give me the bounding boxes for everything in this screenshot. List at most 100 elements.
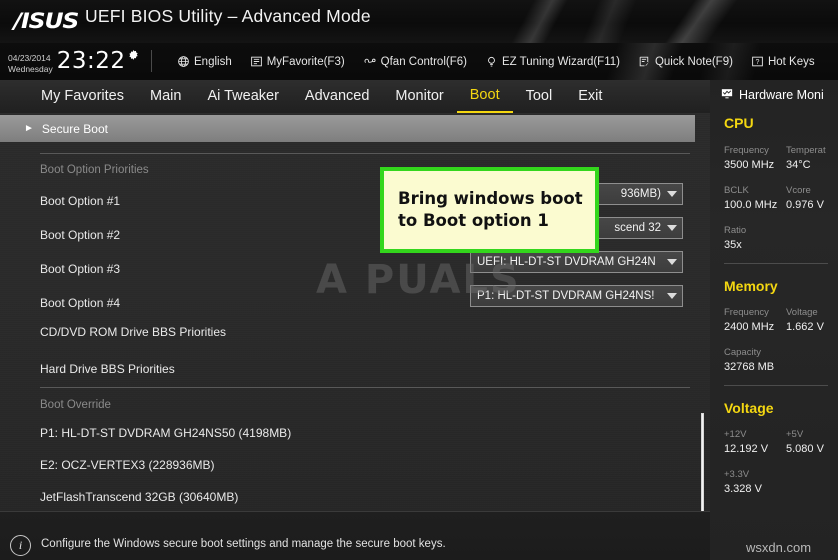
tab-exit[interactable]: Exit [565,80,615,113]
tool-label: EZ Tuning Wizard(F11) [501,55,620,68]
boot-option-3-dropdown[interactable]: UEFI: HL-DT-ST DVDRAM GH24N [470,251,683,273]
bios-screen: /ISUS UEFI BIOS Utility – Advanced Mode … [0,0,838,560]
boot-override-item-3[interactable]: JetFlashTranscend 32GB (30640MB) [40,490,238,504]
tool-english[interactable]: English [168,43,241,80]
cpu-ratio-value: 35x [724,239,742,251]
toolbar-divider [151,50,152,72]
tab-boot[interactable]: Boot [456,80,513,113]
boot-option-3-value: UEFI: HL-DT-ST DVDRAM GH24N [477,256,656,268]
boot-override-item-2[interactable]: E2: OCZ-VERTEX3 (228936MB) [40,458,215,472]
gear-icon[interactable] [127,46,140,67]
cpu-vcore-key: Vcore [786,185,811,196]
page-title: UEFI BIOS Utility – Advanced Mode [85,6,371,26]
tool-label: Hot Keys [767,55,815,68]
cpu-temperature-key: Temperat [786,145,826,156]
boot-option-3-label: Boot Option #3 [40,262,121,276]
chevron-down-icon [667,225,677,231]
tab-main[interactable]: Main [137,80,194,113]
hardware-monitor-header: Hardware Moni [710,83,838,107]
cpu-ratio-key: Ratio [724,225,747,236]
memory-voltage-value: 1.662 V [786,321,824,333]
list-icon [250,55,263,68]
cpu-frequency-key: Frequency [724,145,769,156]
note-icon [638,55,651,68]
memory-voltage-key: Voltage [786,307,818,318]
monitor-icon [720,87,734,103]
tool-qfan-control[interactable]: Qfan Control(F6) [354,43,476,80]
clock-label: 23:22 [56,48,126,74]
question-icon: ? [751,55,764,68]
tab-tool[interactable]: Tool [513,80,566,113]
fan-icon [363,55,377,68]
hw-group-memory-title: Memory [724,278,778,294]
info-toolbar: 04/23/2014 Wednesday 23:22 English MyFav… [0,43,838,80]
voltage-5v-value: 5.080 V [786,443,824,455]
sidebar-divider-1 [724,263,828,264]
secure-boot-label: Secure Boot [41,121,108,136]
cpu-temperature-value: 34°C [786,159,811,171]
memory-capacity-value: 32768 MB [724,361,775,373]
status-bar: i Configure the Windows secure boot sett… [0,511,710,560]
boot-option-4-dropdown[interactable]: P1: HL-DT-ST DVDRAM GH24NS! [470,285,683,307]
tool-myfavorite[interactable]: MyFavorite(F3) [241,43,354,80]
tab-advanced[interactable]: Advanced [292,80,383,113]
chevron-down-icon [667,259,677,265]
callout-line-2: to Boot option 1 [398,211,549,230]
status-bar-text: Configure the Windows secure boot settin… [41,538,446,550]
bulb-icon [485,55,498,69]
tool-hot-keys[interactable]: ? Hot Keys [742,43,824,80]
tab-my-favorites[interactable]: My Favorites [28,80,137,113]
title-banner: /ISUS UEFI BIOS Utility – Advanced Mode [0,0,838,43]
hard-drive-bbs-priorities-item[interactable]: Hard Drive BBS Priorities [40,362,175,376]
chevron-down-icon [667,191,677,197]
voltage-12v-key: +12V [724,429,747,440]
tool-label: Qfan Control(F6) [380,55,467,68]
secure-boot-row[interactable]: ► Secure Boot [0,115,695,142]
boot-option-1-label: Boot Option #1 [40,194,121,208]
boot-settings-panel: ► Secure Boot Boot Option Priorities Boo… [0,113,710,511]
tool-label: English [194,55,232,68]
voltage-12v-value: 12.192 V [724,443,769,455]
divider-override [40,387,690,388]
info-icon: i [10,535,31,556]
datetime-display: 04/23/2014 Wednesday 23:22 [8,46,140,76]
site-watermark: wsxdn.com [746,540,812,555]
voltage-33v-value: 3.328 V [724,483,762,495]
cpu-bclk-value: 100.0 MHz [724,199,778,211]
voltage-33v-key: +3.3V [724,469,750,480]
cpu-bclk-key: BCLK [724,185,749,196]
tab-monitor[interactable]: Monitor [382,80,456,113]
boot-override-item-1[interactable]: P1: HL-DT-ST DVDRAM GH24NS50 (4198MB) [40,426,291,440]
cpu-frequency-value: 3500 MHz [724,159,775,171]
boot-option-4-value: P1: HL-DT-ST DVDRAM GH24NS! [477,290,655,302]
boot-override-heading: Boot Override [40,399,111,411]
boot-option-4-label: Boot Option #4 [40,296,121,310]
asus-logo: /ISUS [13,9,80,33]
boot-priorities-heading: Boot Option Priorities [40,164,149,176]
memory-frequency-value: 2400 MHz [724,321,775,333]
hw-group-voltage-title: Voltage [724,400,774,416]
chevron-down-icon [667,293,677,299]
voltage-5v-key: +5V [786,429,804,440]
tool-label: Quick Note(F9) [654,55,733,68]
weekday-label: Wednesday [8,63,53,74]
annotation-callout: Bring windows boot to Boot option 1 [380,167,599,253]
date-label: 04/23/2014 [8,53,51,63]
tool-ez-tuning-wizard[interactable]: EZ Tuning Wizard(F11) [476,43,629,80]
memory-capacity-key: Capacity [724,347,761,358]
scrollbar-thumb[interactable] [701,413,704,511]
hardware-monitor-sidebar: Hardware Moni CPU Frequency Temperat 350… [710,80,838,560]
toolbar-items: English MyFavorite(F3) Qfan Control(F6) … [168,43,824,80]
svg-text:?: ? [755,59,759,66]
hw-group-cpu-title: CPU [724,115,754,131]
sidebar-divider-2 [724,385,828,386]
cpu-vcore-value: 0.976 V [786,199,824,211]
tab-ai-tweaker[interactable]: Ai Tweaker [194,80,291,113]
tool-label: MyFavorite(F3) [266,55,345,68]
memory-frequency-key: Frequency [724,307,769,318]
callout-line-1: Bring windows boot [398,189,583,208]
cddvd-bbs-priorities-item[interactable]: CD/DVD ROM Drive BBS Priorities [40,325,226,339]
tool-quick-note[interactable]: Quick Note(F9) [629,43,742,80]
globe-icon [177,55,190,68]
divider-top [40,153,690,154]
